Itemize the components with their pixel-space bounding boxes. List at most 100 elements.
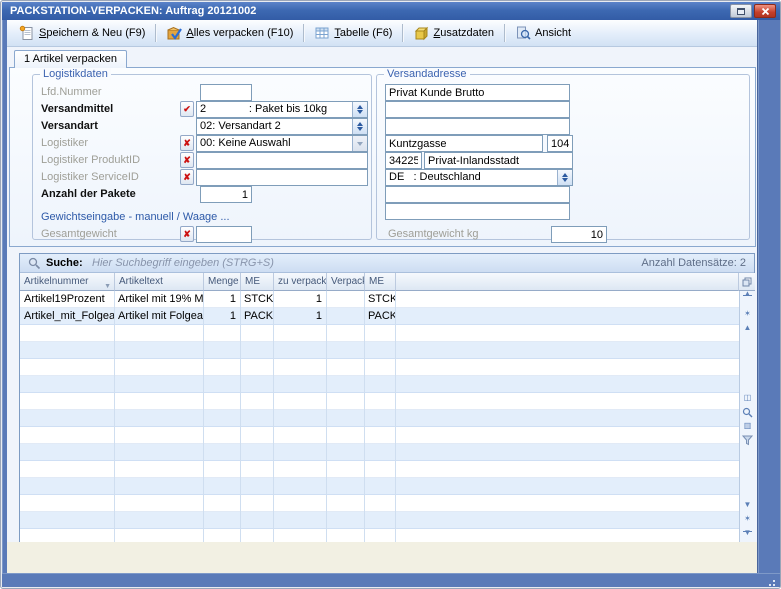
spin-arrows-icon[interactable] [352,119,367,134]
address-name3-input[interactable] [385,118,570,135]
bottom-margin [7,542,757,573]
column-header-artikeltext[interactable]: Artikeltext [115,273,204,291]
scroll-page-up-button[interactable]: ✶ [740,307,755,321]
grid-line [114,291,115,542]
cell-menge: 1 [203,291,240,308]
search-label: Suche: [46,257,83,269]
toolbar-separator [504,24,505,42]
record-count: Anzahl Datensätze: 2 [641,257,746,269]
save-new-button[interactable]: Speichern & Neu (F9) [13,23,151,43]
filter-arrow-icon[interactable]: ▼ [104,278,111,291]
column-header-me2[interactable]: ME [365,273,396,291]
grid-search-bar[interactable]: Suche: Hier Suchbegriff eingeben (STRG+S… [20,254,754,273]
address-name1-input[interactable] [385,84,570,101]
table-row[interactable]: Artikel_mit_Folgeartikel Artikel mit Fol… [20,308,739,325]
list-detail-button[interactable]: ▥ [740,419,755,433]
article-grid: Suche: Hier Suchbegriff eingeben (STRG+S… [19,253,755,542]
column-header-artikelnummer[interactable]: Artikelnummer▼ [20,273,115,291]
city-input[interactable] [424,152,573,169]
cell-me2: STCK [364,291,395,308]
new-document-icon [19,25,35,41]
serviceid-clear-button[interactable]: ✘ [180,169,194,185]
toolbar-separator [303,24,304,42]
grid-line [203,291,204,542]
view-magnifier-icon [515,25,531,41]
extra-data-button[interactable]: Zusatzdaten [407,23,500,43]
gesamtgewicht-kg-input[interactable] [551,226,607,243]
table-row[interactable]: Artikel19Prozent Artikel mit 19% MwSt. 1… [20,291,739,308]
gesamtgewicht-input[interactable] [196,226,252,243]
spin-arrows-icon[interactable] [352,102,367,117]
magnifier-icon [742,407,753,418]
zip-input[interactable] [385,152,422,169]
scroll-up-button[interactable]: ▲ [740,321,755,335]
cell-me1: PACK [240,308,273,325]
address-extra2-input[interactable] [385,203,570,220]
street-number-input[interactable] [547,135,573,152]
logistiker-serviceid-input[interactable] [196,169,368,186]
table-button[interactable]: Tabelle (F6) [308,23,398,43]
versandmittel-combo[interactable]: 2 : Paket bis 10kg [196,101,368,118]
maximize-icon [737,8,745,15]
view-button[interactable]: Ansicht [509,23,577,43]
country-combo[interactable]: DE : Deutschland [385,169,573,186]
grid-line [326,291,327,542]
versandmittel-value: 2 : Paket bis 10kg [200,103,327,115]
cell-zu-verpacken: 1 [273,308,326,325]
lfd-nummer-label: Lfd.Nummer [41,84,102,100]
column-header-menge[interactable]: Menge [204,273,241,291]
produktid-clear-button[interactable]: ✘ [180,152,194,168]
anzahl-pakete-input[interactable] [200,186,252,203]
scroll-down-button[interactable]: ▼ [740,498,755,512]
versandmittel-check-button[interactable]: ✔ [180,101,194,117]
tab-label: 1 Artikel verpacken [24,53,117,65]
column-header-me1[interactable]: ME [241,273,274,291]
dropdown-arrow-icon [352,136,367,151]
logistiker-serviceid-label: Logistiker ServiceID [41,169,139,185]
maximize-button[interactable] [730,4,752,18]
resize-grip[interactable] [765,576,777,586]
scroll-page-down-button[interactable]: ✶ [740,512,755,526]
versandart-combo[interactable]: 02: Versandart 2 [196,118,368,135]
logistiker-produktid-input[interactable] [196,152,368,169]
app-window: PACKSTATION-VERPACKEN: Auftrag 20121002 [0,0,781,589]
split-view-button[interactable]: ◫ [740,391,755,405]
red-check-icon: ✔ [183,104,191,114]
cell-verpackt [326,291,364,308]
grid-line [395,291,396,542]
column-header-zu-verpacken[interactable]: zu verpacke [274,273,327,291]
cell-zu-verpacken: 1 [273,291,326,308]
spin-arrows-icon[interactable] [557,170,572,185]
grid-rows-area[interactable]: Artikel19Prozent Artikel mit 19% MwSt. 1… [20,291,739,542]
tab-page: Logistikdaten Lfd.Nummer Versandmittel ✔… [9,67,756,247]
gewichtseingabe-heading: Gewichtseingabe - manuell / Waage ... [41,211,230,223]
logistiker-clear-button[interactable]: ✘ [180,135,194,151]
versandart-label: Versandart [41,118,98,134]
zoom-button[interactable] [740,405,755,419]
toolbar: Speichern & Neu (F9) Alles verpacken (F1… [7,20,757,47]
titlebar[interactable]: PACKSTATION-VERPACKEN: Auftrag 20121002 [2,2,780,20]
cell-artikelnummer: Artikel19Prozent [20,291,114,308]
window-frame-right [757,20,781,587]
address-name2-input[interactable] [385,101,570,118]
scroll-to-top-button[interactable]: ▲ [740,293,755,307]
address-extra1-input[interactable] [385,186,570,203]
cell-artikeltext: Artikel mit Folgeartikel [114,308,203,325]
window-title: PACKSTATION-VERPACKEN: Auftrag 20121002 [10,5,256,17]
cell-artikeltext: Artikel mit 19% MwSt. [114,291,203,308]
pack-all-label: Alles verpacken (F10) [186,27,293,39]
tab-artikel-verpacken[interactable]: 1 Artikel verpacken [14,50,127,68]
column-header-verpackt[interactable]: Verpackt [327,273,365,291]
versandart-value: 02: Versandart 2 [200,120,281,132]
street-input[interactable] [385,135,543,152]
lfd-nummer-input[interactable] [200,84,252,101]
close-button[interactable] [754,4,776,18]
grid-scroll-strip[interactable]: ▲ ✶ ▲ ◫ ▥ ▼ ✶ ▼ [739,291,755,542]
pack-all-button[interactable]: Alles verpacken (F10) [160,23,299,43]
anzahl-pakete-label: Anzahl der Pakete [41,186,136,202]
scroll-to-bottom-button[interactable]: ▼ [740,526,755,540]
filter-button[interactable] [740,433,755,447]
package-check-icon [166,25,182,41]
gesamtgewicht-clear-button[interactable]: ✘ [180,226,194,242]
red-x-icon: ✘ [183,172,191,182]
